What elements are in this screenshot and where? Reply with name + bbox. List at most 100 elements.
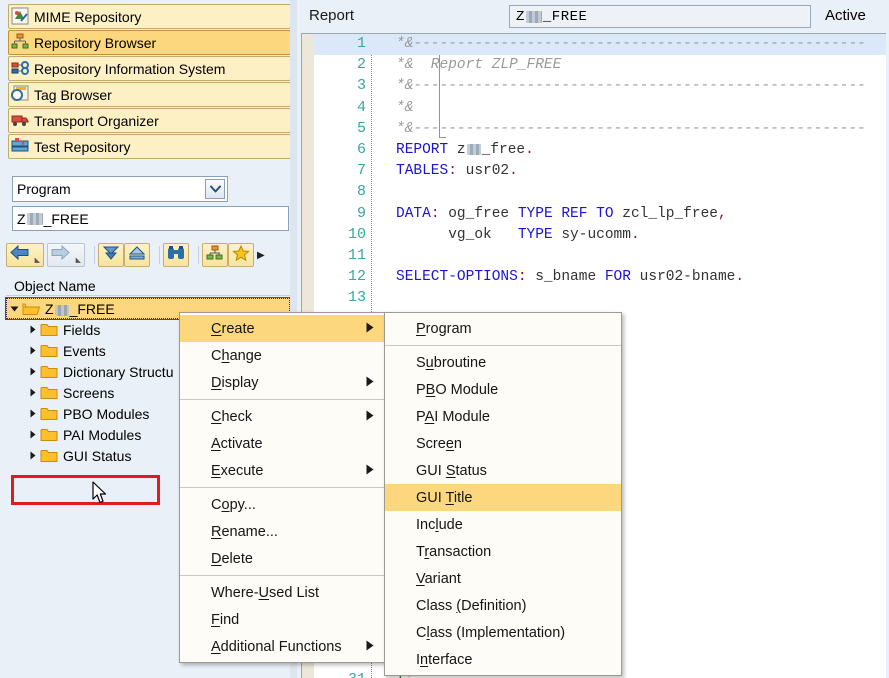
menu-item-label: Rename... <box>211 523 278 540</box>
menu-item-label: GUI Title <box>416 489 473 506</box>
code-token: *& Report ZLP_FREE <box>396 57 562 74</box>
submenu-item-class-definition[interactable]: Class (Definition) <box>385 592 621 619</box>
folder-icon <box>40 343 58 358</box>
sidebar-nav-label: Repository Browser <box>34 34 157 51</box>
line-number: 2 <box>356 56 366 74</box>
submenu-item-variant[interactable]: Variant <box>385 565 621 592</box>
submenu-item-screen[interactable]: Screen <box>385 430 621 457</box>
sidebar-nav-mime-repository[interactable]: MIME Repository <box>8 4 291 29</box>
line-text: *&--------------------------------------… <box>396 121 866 137</box>
code-token: usr02 <box>456 163 510 180</box>
twisty-collapsed-icon[interactable] <box>24 409 40 418</box>
menu-item-copy[interactable]: Copy... <box>180 491 384 518</box>
sidebar-nav-tag-browser[interactable]: Tag Browser <box>8 82 291 107</box>
back-button[interactable]: ◣ <box>6 243 44 267</box>
favorites-button[interactable] <box>228 243 254 267</box>
submenu-item-interface[interactable]: Interface <box>385 646 621 673</box>
submenu-item-program[interactable]: Program <box>385 315 621 342</box>
code-token: : <box>517 269 527 286</box>
code-token: : <box>430 205 440 222</box>
menu-item-create[interactable]: Create <box>180 315 384 342</box>
toolbar-separator-3 <box>192 246 199 264</box>
menu-item-label: Subroutine <box>416 354 487 371</box>
menu-item-label: Screen <box>416 435 462 452</box>
folder-icon <box>40 385 58 400</box>
code-line: 4 *& <box>314 98 886 119</box>
triangle-right-icon <box>366 321 374 337</box>
twisty-collapsed-icon[interactable] <box>24 346 40 355</box>
menu-item-find[interactable]: Find <box>180 606 384 633</box>
twisty-collapsed-icon[interactable] <box>24 325 40 334</box>
sidebar-nav-label: MIME Repository <box>34 8 142 25</box>
object-name-suffix: _FREE <box>43 210 89 227</box>
twisty-collapsed-icon[interactable] <box>24 367 40 376</box>
menu-item-display[interactable]: Display <box>180 369 384 396</box>
find-button[interactable] <box>163 243 189 267</box>
context-menu[interactable]: Create Change Display Check Activate Execute C… <box>179 312 385 663</box>
menu-item-additional-functions[interactable]: Additional Functions <box>180 633 384 660</box>
code-token: , <box>717 205 727 222</box>
line-number: 12 <box>347 268 366 286</box>
menu-item-activate[interactable]: Activate <box>180 430 384 457</box>
code-line: 2 *& Report ZLP_FREE <box>314 55 886 76</box>
forward-button[interactable]: ◣ <box>47 243 85 267</box>
toolbar-separator <box>88 246 95 264</box>
code-line: 6 REPORT z _free. <box>314 140 886 161</box>
submenu-item-class-implementation[interactable]: Class (Implementation) <box>385 619 621 646</box>
menu-item-label: Include <box>416 516 463 533</box>
menu-item-check[interactable]: Check <box>180 403 384 430</box>
tree-item-label: PAI Modules <box>63 426 142 443</box>
chevron-down-icon[interactable] <box>205 179 225 199</box>
triangle-right-icon[interactable]: ▶ <box>257 250 265 261</box>
submenu-item-pbo-module[interactable]: PBO Module <box>385 376 621 403</box>
submenu-item-gui-status[interactable]: GUI Status <box>385 457 621 484</box>
tree-column-header: Object Name <box>6 276 290 296</box>
folder-icon <box>40 322 58 337</box>
object-type-select[interactable]: Program <box>12 176 228 202</box>
back-dropdown-caret[interactable]: ◣ <box>35 256 40 264</box>
tree-item-label: Z _FREE <box>45 301 115 317</box>
menu-item-where-used-list[interactable]: Where-Used List <box>180 579 384 606</box>
sidebar-nav-transport-organizer[interactable]: Transport Organizer <box>8 108 291 133</box>
tree-item-label: Events <box>63 342 106 359</box>
submenu-item-include[interactable]: Include <box>385 511 621 538</box>
twisty-collapsed-icon[interactable] <box>24 451 40 460</box>
submenu-item-subroutine[interactable]: Subroutine <box>385 349 621 376</box>
forward-dropdown-caret[interactable]: ◣ <box>76 256 81 264</box>
menu-item-rename[interactable]: Rename... <box>180 518 384 545</box>
line-text: REPORT z _free. <box>396 142 534 158</box>
sidebar-nav-label: Test Repository <box>34 138 131 155</box>
submenu-item-transaction[interactable]: Transaction <box>385 538 621 565</box>
editor-type-label: Report <box>309 7 355 24</box>
submenu-item-gui-title[interactable]: GUI Title <box>385 484 621 511</box>
sidebar-nav-repository-information-system[interactable]: Repository Information System <box>8 56 291 81</box>
code-line: 5 *&-------------------------------------… <box>314 119 886 140</box>
menu-item-execute[interactable]: Execute <box>180 457 384 484</box>
editor-object-name-suffix: _FREE <box>542 8 588 25</box>
repository-browser-icon <box>11 33 30 52</box>
collapse-all-button[interactable] <box>124 243 150 267</box>
menu-item-change[interactable]: Change <box>180 342 384 369</box>
tree-item-label: GUI Status <box>63 447 132 464</box>
object-type-value: Program <box>17 181 71 197</box>
sidebar-nav-label: Tag Browser <box>34 86 112 103</box>
twisty-collapsed-icon[interactable] <box>24 388 40 397</box>
tag-browser-icon <box>11 85 30 104</box>
twisty-collapsed-icon[interactable] <box>24 430 40 439</box>
sidebar-nav-repository-browser[interactable]: Repository Browser <box>8 30 291 55</box>
menu-item-delete[interactable]: Delete <box>180 545 384 572</box>
tree-item-label: Fields <box>63 321 101 338</box>
line-text: *&--------------------------------------… <box>396 36 866 52</box>
submenu-item-pai-module[interactable]: PAI Module <box>385 403 621 430</box>
object-name-input[interactable]: Z _FREE <box>12 206 289 231</box>
sidebar-nav-test-repository[interactable]: Test Repository <box>8 134 291 159</box>
expand-all-button[interactable] <box>98 243 124 267</box>
create-submenu[interactable]: Program Subroutine PBO Module PAI Module Scr… <box>384 312 622 676</box>
line-number: 31 <box>314 671 366 678</box>
triangle-right-icon <box>366 463 374 479</box>
editor-object-name-field[interactable]: Z _FREE <box>509 5 811 28</box>
object-list-button[interactable] <box>202 243 228 267</box>
code-token: REPORT <box>396 141 449 158</box>
twisty-expanded-icon[interactable] <box>6 304 22 313</box>
menu-item-label: PBO Module <box>416 381 499 398</box>
